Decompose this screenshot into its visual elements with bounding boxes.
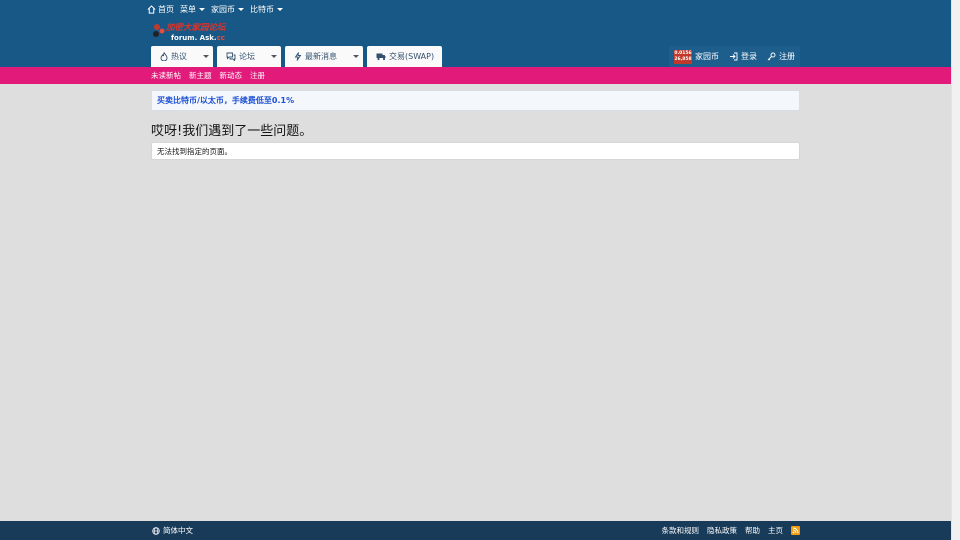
tab-forums[interactable]: 论坛 [217,46,281,67]
account-nav: 0.0156 26,858 家园币 登录 注册 [669,46,800,67]
comments-icon [226,52,236,61]
notice-banner[interactable]: 买卖比特币/以太币，手续费低至0.1% [151,90,800,111]
home-icon [147,4,156,14]
topnav-menu[interactable]: 菜单 [180,4,205,15]
page-title: 哎呀!我们遇到了一些问题。 [151,124,313,139]
key-icon [767,52,776,61]
top-navigation: 首页 菜单 家园币 比特币 [147,3,283,15]
subnav-new-threads[interactable]: 新主题 [189,70,212,81]
subnav-unread-posts[interactable]: 未读新帖 [151,70,181,81]
tab-whats-new[interactable]: 最新消息 [285,46,363,67]
homecoin-balance[interactable]: 0.0156 26,858 家园币 [669,46,724,67]
chevron-down-icon [238,7,244,11]
login-button[interactable]: 登录 [724,46,762,67]
tab-forums-label: 论坛 [239,52,255,61]
topnav-menu-label: 菜单 [180,4,196,14]
site-footer: 简体中文 条款和规则 隐私政策 帮助 主页 [0,521,951,540]
coin-badge: 0.0156 26,858 [674,49,692,64]
topnav-homecoin-label: 家园币 [211,4,235,14]
tab-hot-dropdown[interactable] [197,46,213,67]
topnav-homecoin[interactable]: 家园币 [211,4,244,15]
register-label: 注册 [779,52,795,61]
chevron-down-icon [199,7,205,11]
site-header: 首页 菜单 家园币 比特币 加密大家园论坛 forum. Ask.cc 热议 论… [0,0,951,67]
chevron-down-icon [270,55,277,58]
tab-swap[interactable]: 交易(SWAP) [367,46,443,67]
logo-text-cn: 加密大家园论坛 [165,22,227,33]
main-nav-tabs: 热议 论坛 最新消息 交易(SWAP) [151,46,443,67]
login-label: 登录 [741,52,757,61]
tab-whats-new-dropdown[interactable] [347,46,363,67]
chevron-down-icon [352,55,359,58]
topnav-bitcoin[interactable]: 比特币 [250,4,283,15]
svg-text:forum. Ask.cc: forum. Ask.cc [171,34,225,42]
footer-link-privacy[interactable]: 隐私政策 [707,525,737,536]
register-button[interactable]: 注册 [762,46,800,67]
sign-in-icon [730,52,738,61]
topnav-home-label: 首页 [158,4,174,14]
tab-whats-new-label: 最新消息 [305,52,337,61]
error-message: 无法找到指定的页面。 [157,146,232,156]
footer-link-home[interactable]: 主页 [768,525,783,536]
footer-links: 条款和规则 隐私政策 帮助 主页 [662,521,800,540]
logo-text-tld: cc [217,34,225,42]
language-selector[interactable]: 简体中文 [152,521,193,540]
logo-text-domain: forum. Ask. [171,34,217,42]
coin-badge-bottom: 26,858 [674,56,692,62]
site-logo[interactable]: 加密大家园论坛 forum. Ask.cc [151,19,233,43]
tab-hot-label: 热议 [171,52,187,61]
homecoin-label: 家园币 [695,52,719,61]
chevron-down-icon [202,55,209,58]
fire-icon [160,52,168,61]
logo-image: 加密大家园论坛 forum. Ask.cc [153,22,227,42]
topnav-home[interactable]: 首页 [147,4,174,15]
truck-icon [376,53,386,61]
sub-navigation: 未读新帖 新主题 新动态 注册 [0,67,951,84]
footer-link-terms[interactable]: 条款和规则 [662,525,700,536]
error-message-box: 无法找到指定的页面。 [151,142,800,160]
tab-forums-dropdown[interactable] [265,46,281,67]
vertical-scrollbar[interactable] [951,0,960,540]
bolt-icon [294,52,302,61]
chevron-down-icon [277,7,283,11]
footer-link-help[interactable]: 帮助 [745,525,760,536]
language-label: 简体中文 [163,526,193,535]
rss-icon[interactable] [791,526,800,535]
notice-text[interactable]: 买卖比特币/以太币，手续费低至0.1% [157,95,294,106]
subnav-new-activity[interactable]: 新动态 [220,70,243,81]
tab-hot[interactable]: 热议 [151,46,213,67]
topnav-bitcoin-label: 比特币 [250,4,274,14]
globe-icon [152,526,160,535]
tab-swap-label: 交易(SWAP) [389,52,435,61]
subnav-register[interactable]: 注册 [250,70,265,81]
